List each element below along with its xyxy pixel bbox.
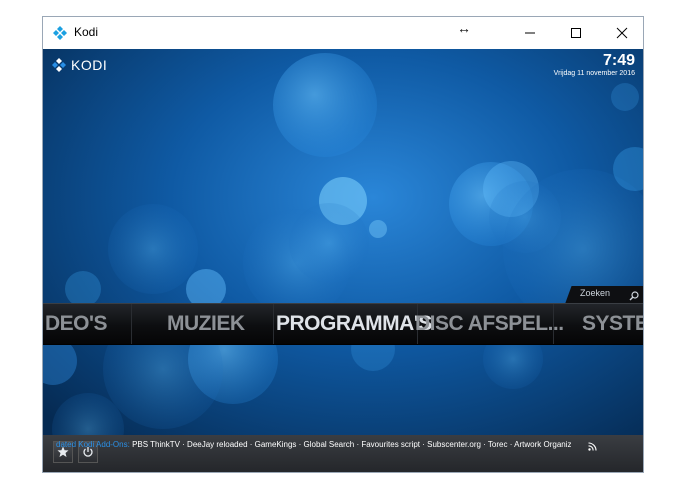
main-menu: DEO'S MUZIEK PROGRAMMA'S DISC AFSPEL... … [43, 303, 643, 345]
rss-ticker[interactable]: dated Kodi Add-Ons: PBS ThinkTV · DeeJay… [56, 440, 571, 452]
menu-separator [273, 304, 274, 344]
resize-cursor-icon: ↔ [457, 20, 471, 36]
menu-item-disc[interactable]: DISC AFSPEL... [415, 310, 564, 338]
clock-date: Vrijdag 11 november 2016 [553, 70, 635, 77]
logo-text: KODI [71, 57, 108, 73]
ticker-highlight: dated Kodi Add-Ons: [56, 440, 133, 449]
maximize-icon [571, 28, 581, 38]
kodi-window: Kodi ↔ KODI 7:49 Vrijdag 11 november 201… [42, 16, 644, 473]
menu-separator [131, 304, 132, 344]
menu-item-system[interactable]: SYSTE [582, 310, 643, 338]
kodi-home-screen: KODI 7:49 Vrijdag 11 november 2016 Zoeke… [43, 49, 643, 472]
rss-icon [588, 442, 597, 451]
kodi-logo: KODI [51, 57, 107, 73]
menu-item-music[interactable]: MUZIEK [167, 310, 245, 338]
menu-item-videos[interactable]: DEO'S [45, 310, 108, 338]
minimize-icon [525, 32, 535, 34]
close-button[interactable] [599, 17, 643, 49]
menu-item-programs[interactable]: PROGRAMMA'S [276, 310, 432, 338]
window-title: Kodi [74, 25, 99, 39]
maximize-button[interactable] [553, 17, 599, 49]
background-bokeh [43, 49, 643, 472]
ticker-items: PBS ThinkTV · DeeJay reloaded · GameKing… [132, 440, 571, 449]
title-bar[interactable]: Kodi ↔ [43, 17, 643, 49]
kodi-logo-icon [52, 58, 66, 72]
search-label[interactable]: Zoeken [580, 288, 610, 298]
minimize-button[interactable] [507, 17, 553, 49]
clock-time: 7:49 [602, 52, 635, 69]
close-icon [616, 27, 628, 39]
kodi-app-icon [53, 26, 67, 40]
